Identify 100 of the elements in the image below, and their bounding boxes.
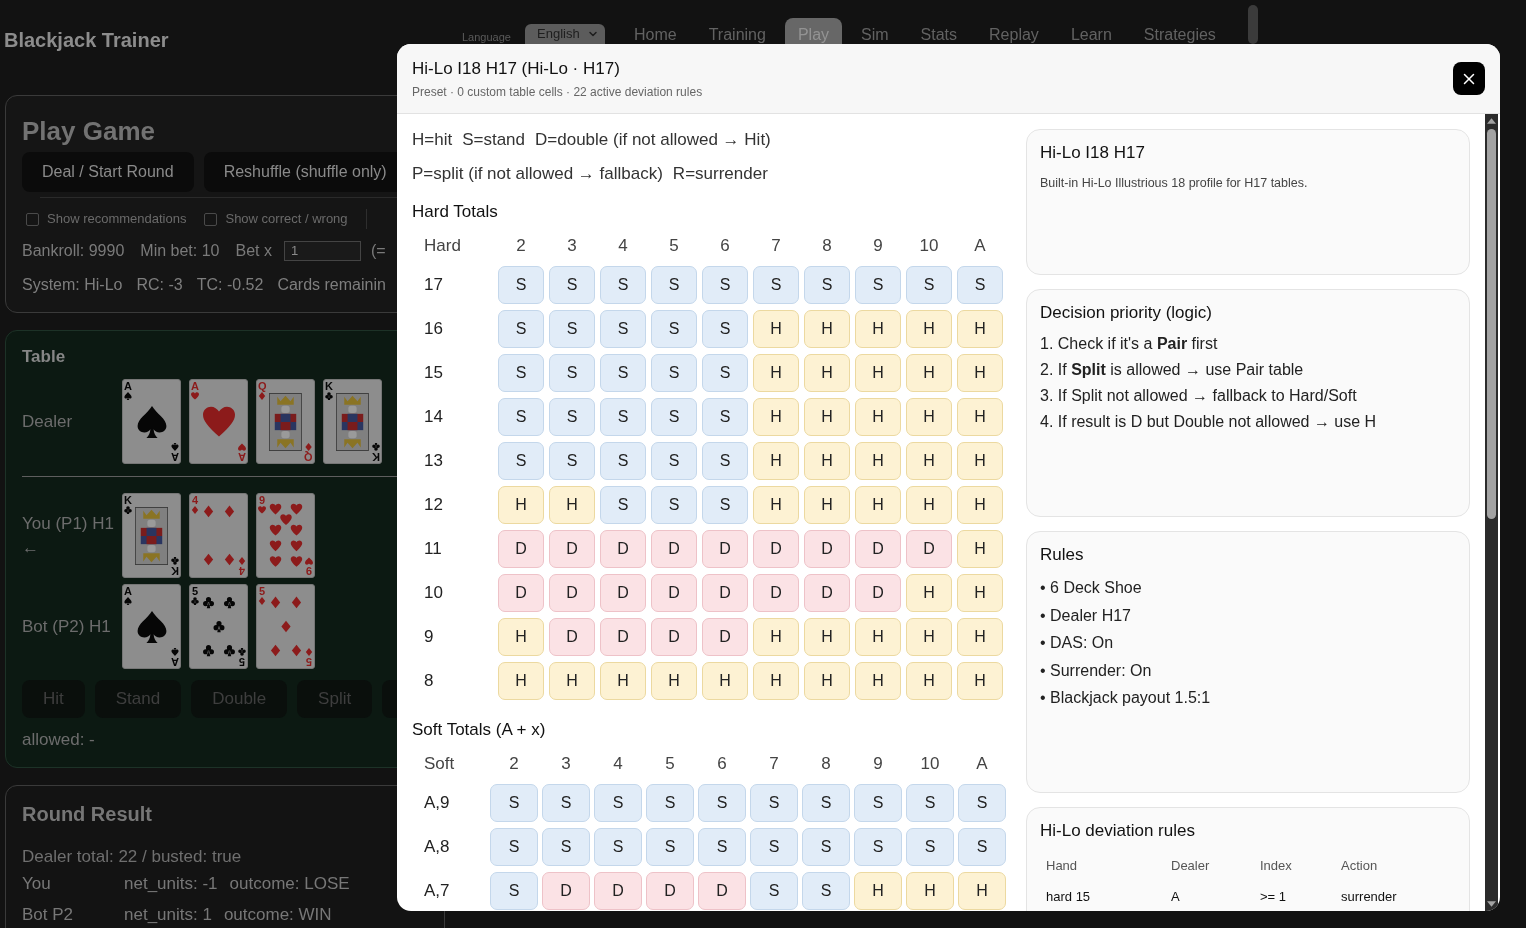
pips-drawing [268, 502, 303, 569]
column-header: 2 [516, 235, 526, 258]
nav-link[interactable]: Strategies [1130, 18, 1229, 44]
card-rank: 5 [191, 586, 199, 597]
scrollbar-thumb[interactable] [1247, 5, 1258, 44]
strategy-cell: S [594, 784, 642, 822]
diamond-icon [304, 443, 313, 451]
strategy-cell: S [600, 398, 646, 436]
rule-item: • DAS: On [1040, 633, 1115, 653]
nav-link[interactable]: Stats [907, 18, 971, 44]
strategy-cell: S [651, 354, 697, 392]
close-button[interactable] [1453, 62, 1485, 95]
spade-icon [124, 597, 132, 605]
strategy-cell: S [698, 828, 746, 866]
count-text: System: Hi-Lo [22, 275, 123, 295]
strategy-cell: S [958, 784, 1006, 822]
strategy-cell: S [600, 486, 646, 524]
strategy-cell: H [753, 618, 799, 656]
column-header: 4 [613, 753, 623, 776]
section-title: Table [22, 346, 67, 368]
strategy-cell: H [855, 310, 901, 348]
column-header: 2 [509, 753, 519, 776]
strategy-cell: S [651, 398, 697, 436]
strategy-cell: D [646, 872, 694, 910]
strategy-cell: H [906, 574, 952, 612]
strategy-cell: S [600, 266, 646, 304]
scroll-up-icon[interactable] [1487, 118, 1496, 124]
strategy-cell: H [600, 662, 646, 700]
strategy-cell: S [498, 266, 544, 304]
dialog-title: Hi-Lo I18 H17 (Hi-Lo · H17) [412, 57, 620, 80]
card-rank: 9 [258, 495, 266, 506]
checkbox[interactable] [26, 212, 39, 226]
club-icon [238, 648, 246, 656]
net-units: net_units: 1 [124, 904, 212, 927]
strategy-cell: H [498, 662, 544, 700]
nav-link[interactable]: Sim [848, 18, 902, 44]
strategy-cell: H [906, 486, 952, 524]
strategy-cell: H [753, 662, 799, 700]
count-text: RC: -3 [136, 275, 183, 295]
strategy-cell: H [549, 486, 595, 524]
rule-item: • Blackjack payout 1.5:1 [1040, 688, 1212, 708]
strategy-cell: S [906, 828, 954, 866]
strategy-cell: S [702, 310, 748, 348]
nav-link[interactable]: Learn [1057, 18, 1125, 44]
strategy-cell: H [957, 442, 1003, 480]
action-button[interactable]: Deal / Start Round [22, 152, 194, 192]
card-rank: K [372, 451, 380, 462]
column-header: 7 [769, 753, 779, 776]
column-header: 7 [771, 235, 781, 258]
strategy-cell: H [957, 662, 1003, 700]
strategy-cell: S [750, 828, 798, 866]
scrollbar-thumb[interactable] [1487, 129, 1496, 519]
strategy-cell: H [906, 442, 952, 480]
table-cell-text: hard 15 [1046, 888, 1091, 907]
card-rank: 4 [238, 565, 246, 576]
nav-link[interactable]: Training [695, 18, 779, 44]
column-header: 4 [618, 235, 628, 258]
allowed-actions-text: allowed: - [22, 730, 96, 750]
rule-item: • Surrender: On [1040, 660, 1153, 681]
strategy-cell: D [498, 574, 544, 612]
outcome: outcome: WIN [223, 904, 332, 927]
strategy-cell: H [753, 398, 799, 436]
rule-item: • 6 Deck Shoe [1040, 578, 1143, 598]
language-select[interactable]: English [525, 24, 605, 44]
row-header: 10 [424, 583, 443, 603]
scroll-down-icon[interactable] [1487, 901, 1496, 907]
strategy-cell: S [549, 266, 595, 304]
section-title: Round Result [22, 802, 153, 827]
card-title: Hi-Lo I18 H17 [1040, 142, 1146, 164]
strategy-cell: H [855, 354, 901, 392]
strategy-cell: S [958, 828, 1006, 866]
card-title: Decision priority (logic) [1040, 302, 1213, 324]
strategy-cell: H [906, 618, 952, 656]
strategy-cell: D [702, 574, 748, 612]
strategy-cell: H [855, 662, 901, 700]
card-rank: A [191, 381, 199, 392]
spade-icon [135, 609, 168, 644]
strategy-cell: H [753, 486, 799, 524]
column-header: Hand [1046, 857, 1078, 876]
dialog-subtitle: Preset · 0 custom table cells · 22 active deviation rules [412, 83, 703, 100]
strategy-cell: H [957, 310, 1003, 348]
row-header: 14 [424, 407, 443, 427]
strategy-cell: H [906, 872, 954, 910]
nav-link[interactable]: Replay [976, 18, 1052, 44]
card-rank: 5 [305, 656, 313, 667]
nav-link[interactable]: Home [621, 18, 690, 44]
net-units: net_units: -1 [124, 873, 218, 896]
strategy-cell: S [600, 442, 646, 480]
card-rank: A [171, 451, 179, 462]
bet-input[interactable]: 1 [283, 241, 361, 261]
column-header: 5 [665, 753, 675, 776]
strategy-cell: H [855, 442, 901, 480]
card-title: Hi-Lo deviation rules [1040, 820, 1196, 842]
strategy-cell: S [490, 784, 538, 822]
strategy-cell: H [906, 662, 952, 700]
strategy-cell: S [542, 828, 590, 866]
column-header: Index [1260, 857, 1292, 876]
hand-label: Bot (P2) H1 [22, 615, 111, 638]
checkbox[interactable] [204, 212, 218, 226]
strategy-cell: S [906, 266, 952, 304]
